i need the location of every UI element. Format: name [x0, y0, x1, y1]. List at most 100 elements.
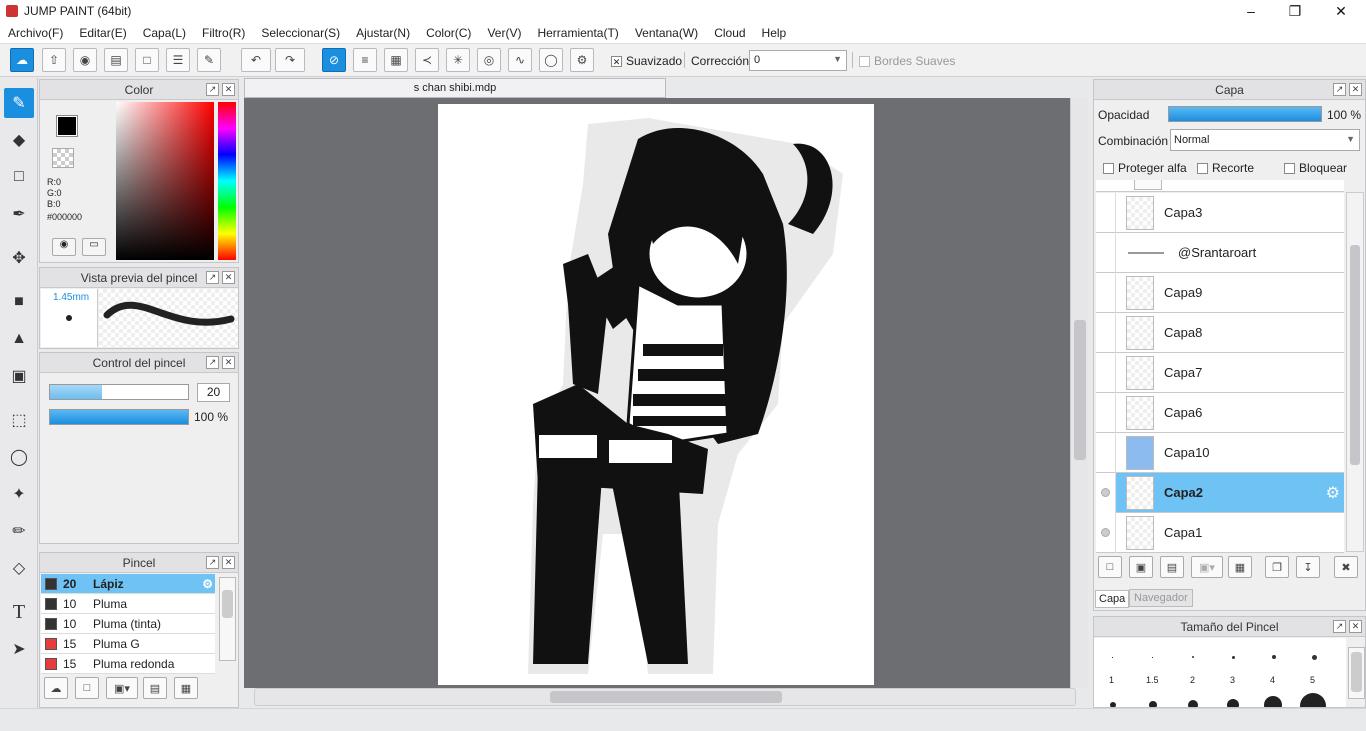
layer-row-partial[interactable]: [1096, 180, 1344, 192]
palette-icon[interactable]: ◉: [52, 238, 76, 256]
menu-color[interactable]: Color(C): [418, 26, 479, 40]
canvas-vertical-scrollbar[interactable]: [1070, 98, 1088, 688]
close-icon[interactable]: ✕: [1349, 83, 1362, 96]
radial-snap-icon[interactable]: ✳: [446, 48, 470, 72]
visibility-toggle[interactable]: [1096, 312, 1116, 353]
menu-editar[interactable]: Editar(E): [71, 26, 134, 40]
redo-icon[interactable]: ↷: [275, 48, 305, 72]
scroll-thumb[interactable]: [1351, 652, 1362, 692]
suavizado-toggle[interactable]: ✕ Suavizado: [611, 54, 682, 68]
visibility-toggle[interactable]: [1096, 512, 1116, 553]
layer-row[interactable]: Capa8: [1096, 312, 1344, 353]
brush-icon[interactable]: ✎: [4, 88, 34, 118]
float-icon[interactable]: ↗: [206, 556, 219, 569]
canvas-viewport[interactable]: [244, 98, 1088, 688]
share-icon[interactable]: ⇧: [42, 48, 66, 72]
merge-layer-icon[interactable]: ↧: [1296, 556, 1320, 578]
size-dot[interactable]: [1232, 656, 1235, 659]
float-icon[interactable]: ↗: [1333, 83, 1346, 96]
gear-icon[interactable]: ⚙: [1326, 483, 1340, 503]
new-brush-icon[interactable]: □: [75, 677, 99, 699]
perspective-snap-icon[interactable]: ≺: [415, 48, 439, 72]
picker-icon[interactable]: ▭: [82, 238, 106, 256]
brush-settings-icon[interactable]: ▤: [143, 677, 167, 699]
layer-row[interactable]: @Srantaroart: [1096, 232, 1344, 273]
brush-menu-icon[interactable]: ▣▾: [106, 677, 138, 699]
menu-capa[interactable]: Capa(L): [135, 26, 194, 40]
select-rect-icon[interactable]: ⬚: [4, 405, 34, 435]
fill-rect-icon[interactable]: ■: [4, 287, 34, 317]
visibility-toggle[interactable]: [1096, 472, 1116, 513]
brush-item[interactable]: 20 Lápiz ⚙: [41, 574, 215, 594]
layer-list-scrollbar[interactable]: [1346, 192, 1364, 552]
menu-archivo[interactable]: Archivo(F): [0, 26, 71, 40]
bordes-suaves-toggle[interactable]: Bordes Suaves: [859, 54, 955, 68]
scroll-thumb[interactable]: [550, 691, 782, 703]
text-icon[interactable]: T: [4, 597, 34, 627]
minimize-button[interactable]: –: [1228, 0, 1274, 22]
tab-capa[interactable]: Capa: [1095, 590, 1130, 608]
visibility-toggle[interactable]: [1096, 432, 1116, 473]
cloud-icon[interactable]: ☁: [10, 48, 34, 72]
scroll-thumb[interactable]: [1350, 245, 1360, 465]
brush-size-scrollbar[interactable]: [1348, 647, 1365, 699]
visibility-toggle[interactable]: [1096, 352, 1116, 393]
size-dot[interactable]: [1152, 657, 1153, 658]
trash-icon[interactable]: ✖: [1334, 556, 1358, 578]
close-button[interactable]: ✕: [1318, 0, 1364, 22]
layer-row-selected[interactable]: Capa2 ⚙: [1096, 472, 1344, 513]
layer-menu-icon[interactable]: ▣▾: [1191, 556, 1223, 578]
select-eraser-icon[interactable]: ◇: [4, 553, 34, 583]
grid-snap-icon[interactable]: ▦: [384, 48, 408, 72]
eraser-icon[interactable]: ◆: [4, 125, 34, 155]
menu-help[interactable]: Help: [754, 26, 795, 40]
brush-list-scrollbar[interactable]: [219, 577, 236, 661]
menu-seleccionar[interactable]: Seleccionar(S): [253, 26, 348, 40]
brush-item[interactable]: 10 Pluma: [41, 594, 215, 614]
brush-item[interactable]: 15 Pluma G: [41, 634, 215, 654]
close-icon[interactable]: ✕: [222, 271, 235, 284]
canvas-horizontal-scrollbar[interactable]: [254, 688, 1076, 706]
menu-ajustar[interactable]: Ajustar(N): [348, 26, 418, 40]
snap-settings-icon[interactable]: ⚙: [570, 48, 594, 72]
float-icon[interactable]: ↗: [206, 271, 219, 284]
float-icon[interactable]: ↗: [206, 356, 219, 369]
gradient-icon[interactable]: ▣: [4, 361, 34, 391]
saturation-value-field[interactable]: [116, 102, 214, 260]
layer-row[interactable]: Capa6: [1096, 392, 1344, 433]
brush-item[interactable]: 15 Pluma redonda: [41, 654, 215, 674]
size-dot[interactable]: [1312, 655, 1317, 660]
duplicate-layer-icon[interactable]: ❐: [1265, 556, 1289, 578]
layer-opacity-slider[interactable]: [1168, 106, 1322, 122]
blend-mode-select[interactable]: Normal ▼: [1170, 129, 1360, 151]
undo-icon[interactable]: ↶: [241, 48, 271, 72]
tab-navegador[interactable]: Navegador: [1129, 589, 1193, 607]
float-icon[interactable]: ↗: [206, 83, 219, 96]
hue-slider[interactable]: [218, 102, 236, 260]
new-layer-icon[interactable]: □: [1098, 556, 1122, 578]
brush-size-slider[interactable]: [49, 384, 189, 400]
bucket-icon[interactable]: ▲: [4, 324, 34, 354]
close-icon[interactable]: ✕: [222, 556, 235, 569]
brush-opacity-slider[interactable]: [49, 409, 189, 425]
parallel-snap-icon[interactable]: ≡: [353, 48, 377, 72]
correccion-select[interactable]: 0 ▼: [749, 50, 847, 71]
magic-wand-icon[interactable]: ✦: [4, 479, 34, 509]
document-tab[interactable]: s chan shibi.mdp: [244, 78, 666, 98]
rectangle-icon[interactable]: □: [4, 162, 34, 192]
dot-pen-icon[interactable]: ✒: [4, 199, 34, 229]
close-icon[interactable]: ✕: [222, 83, 235, 96]
menu-cloud[interactable]: Cloud: [706, 26, 753, 40]
size-dot[interactable]: [1192, 656, 1194, 658]
scroll-thumb[interactable]: [222, 590, 233, 618]
ellipse-snap-icon[interactable]: ◯: [539, 48, 563, 72]
page-icon[interactable]: □: [135, 48, 159, 72]
edit-icon[interactable]: ✎: [197, 48, 221, 72]
no-snap-icon[interactable]: ⊘: [322, 48, 346, 72]
speech-bubble-icon[interactable]: ◉: [73, 48, 97, 72]
menu-filtro[interactable]: Filtro(R): [194, 26, 253, 40]
size-dot[interactable]: [1264, 696, 1282, 707]
pointer-icon[interactable]: ➤: [4, 634, 34, 664]
lock-toggle[interactable]: Bloquear: [1284, 161, 1347, 175]
size-dot[interactable]: [1227, 699, 1239, 707]
